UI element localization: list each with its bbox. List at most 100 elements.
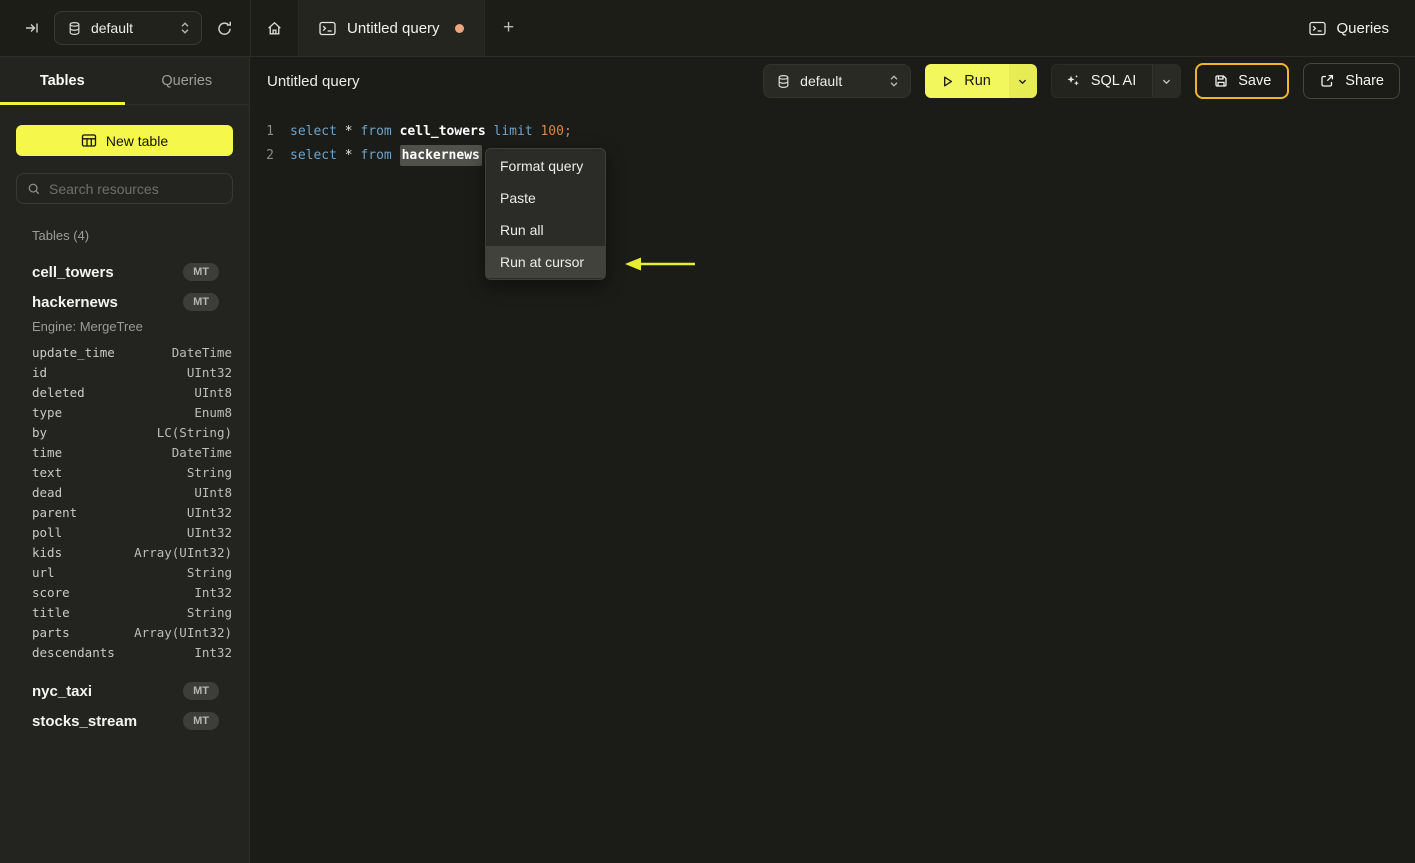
code-line[interactable]: 1 select * from cell_towers limit 100; [250,119,1415,143]
toolbar-database-selector[interactable]: default [763,64,912,98]
queries-button[interactable]: Queries [1309,20,1389,37]
search-resources-input[interactable] [49,180,222,197]
updown-chevron-icon [179,21,191,35]
sidebar: Tables Queries New table Search resource… [0,57,250,863]
topbar-right: Queries [1309,0,1415,56]
column-row: deleted UInt8 [0,382,249,402]
sql-ai-caret[interactable] [1152,65,1181,97]
context-menu-item-run-all[interactable]: Run all [486,214,605,246]
topbar-database-value: default [90,20,134,36]
save-button[interactable]: Save [1195,63,1290,99]
code-line[interactable]: 2select * from hackernews limit 1000 [250,143,1415,167]
search-resources-box [16,173,233,204]
tab-label: Untitled query [347,19,440,37]
column-row: parts Array(UInt32) [0,622,249,642]
engine-badge: MT [183,712,219,730]
database-icon [67,21,82,36]
context-menu-item-paste[interactable]: Paste [486,182,605,214]
table-row-stocks_stream[interactable]: stocks_stream MT [0,706,249,736]
code-token: select [290,147,337,163]
column-name: dead [32,484,63,500]
sql-ai-split-button: SQL AI [1050,64,1182,98]
tables-list: Tables (4) cell_towers MT hackernews MT Engi… [0,204,249,736]
column-name: type [32,404,63,420]
tab-tables[interactable]: Tables [0,57,125,105]
column-name: time [32,444,63,460]
context-menu-item-run-at-cursor[interactable]: Run at cursor [486,246,605,278]
run-label: Run [964,73,991,89]
share-icon [1319,73,1335,89]
editor-context-menu: Format query Paste Run all Run at cursor [485,148,606,280]
column-row: type Enum8 [0,402,249,422]
run-button[interactable]: Run [925,64,1009,98]
line-number: 1 [266,123,274,139]
column-type: Array(UInt32) [134,544,232,560]
table-row-hackernews[interactable]: hackernews MT [0,287,249,317]
chevron-down-icon [1017,76,1028,87]
column-row: text String [0,462,249,482]
database-icon [776,74,791,89]
save-label: Save [1238,73,1272,89]
tab-strip: Untitled query + [250,0,533,56]
column-row: poll UInt32 [0,522,249,542]
table-icon [81,133,97,148]
table-row-nyc_taxi[interactable]: nyc_taxi MT [0,676,249,706]
tab-queries[interactable]: Queries [125,57,250,104]
table-name: cell_towers [32,263,114,281]
column-row: by LC(String) [0,422,249,442]
column-type: LC(String) [156,424,232,440]
home-button[interactable] [250,0,298,56]
query-toolbar: Untitled query default Run SQL AI Save S… [250,57,1415,105]
sql-ai-label: SQL AI [1090,73,1137,89]
updown-chevron-icon [888,74,900,88]
column-row: parent UInt32 [0,502,249,522]
collapse-sidebar-button[interactable] [20,14,44,42]
engine-label: Engine: MergeTree [32,319,143,334]
top-bar: default Untitled query + Queries [0,0,1415,57]
refresh-icon [216,20,233,37]
share-button[interactable]: Share [1303,63,1400,99]
topbar-database-selector[interactable]: default [53,11,203,45]
column-name: parent [32,504,78,520]
column-type: String [186,604,232,620]
sparkle-icon [1065,73,1081,89]
column-name: text [32,464,63,480]
table-name: hackernews [32,293,118,311]
column-name: descendants [32,644,115,660]
column-row: dead UInt8 [0,482,249,502]
column-type: DateTime [171,444,232,460]
share-label: Share [1345,73,1384,89]
sql-ai-button[interactable]: SQL AI [1052,65,1152,97]
table-name: nyc_taxi [32,682,93,700]
sql-editor[interactable]: 1 select * from cell_towers limit 100; 2 se… [250,105,1415,863]
table-row-cell_towers[interactable]: cell_towers MT [0,257,249,287]
column-name: parts [32,624,70,640]
column-type: Enum8 [194,404,232,420]
new-table-button[interactable]: New table [16,125,233,156]
new-tab-button[interactable]: + [485,0,533,56]
columns-list: update_time DateTime id UInt32 deleted UInt8 t… [0,342,249,662]
column-type: UInt32 [186,504,232,520]
context-menu-item-format-query[interactable]: Format query [486,150,605,182]
column-name: score [32,584,70,600]
new-table-label: New table [105,132,169,149]
code-token: * [344,147,353,163]
collapse-sidebar-icon [24,20,40,36]
queries-terminal-icon [1309,21,1327,36]
run-split-button: Run [925,64,1037,98]
selected-token: hackernews [399,144,482,166]
topbar-left: default [0,0,250,56]
tables-section-label: Tables (4) [32,228,90,243]
tab-untitled-query[interactable]: Untitled query [298,0,485,56]
refresh-button[interactable] [212,14,236,42]
code-token: select [290,123,337,139]
code-token: from [360,147,392,163]
column-row: url String [0,562,249,582]
sidebar-tabs: Tables Queries [0,57,249,105]
run-options-caret[interactable] [1008,64,1037,98]
